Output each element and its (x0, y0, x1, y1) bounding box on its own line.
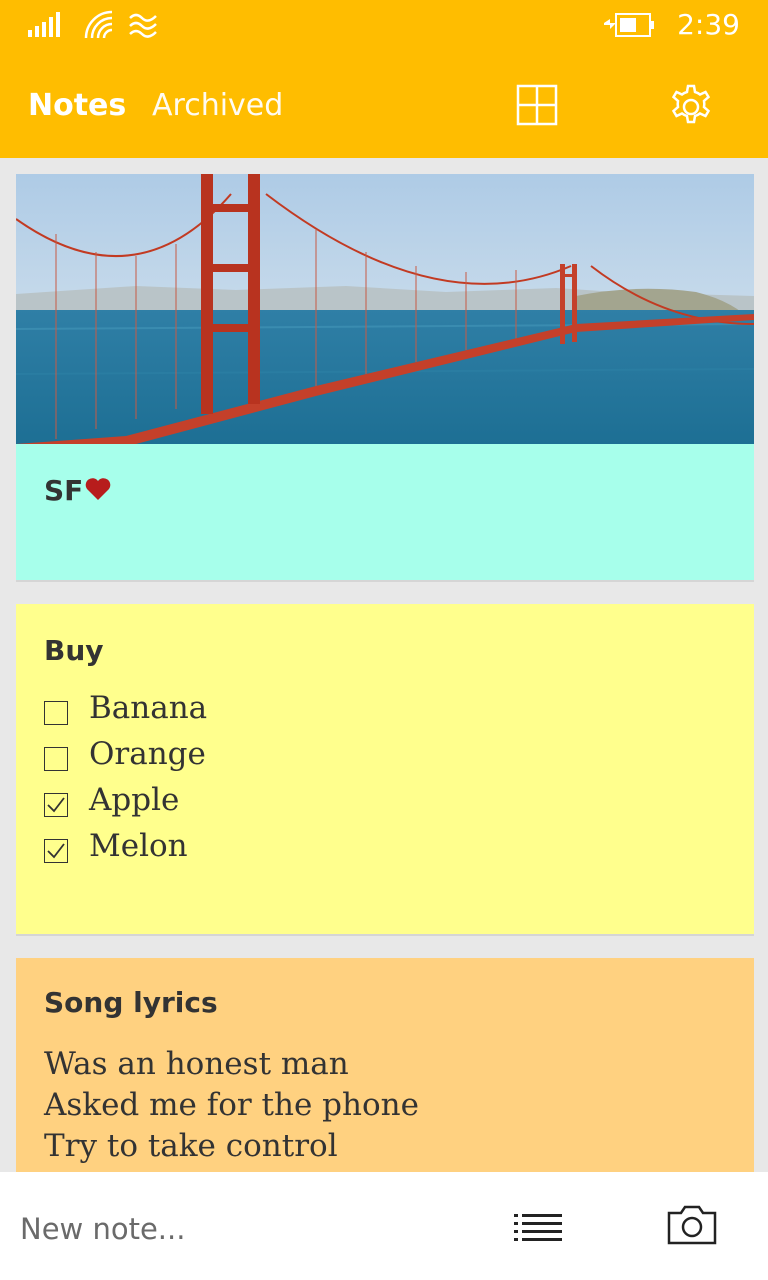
golden-gate-bridge-photo (16, 174, 754, 444)
note-title: Buy (44, 634, 104, 667)
clock: 2:39 (677, 8, 740, 41)
note-title: Song lyrics (44, 986, 218, 1019)
camera-icon[interactable] (666, 1204, 718, 1246)
note-line: Asked me for the phone (44, 1087, 419, 1123)
list-icon[interactable] (512, 1208, 564, 1248)
checkbox-checked[interactable] (44, 839, 68, 863)
battery-charging-icon (604, 13, 654, 37)
checklist-item-label: Melon (89, 828, 188, 864)
app-header: Notes Archived (0, 50, 768, 158)
signal-icon (28, 12, 60, 37)
tab-archived[interactable]: Archived (152, 88, 283, 123)
checkbox-checked[interactable] (44, 793, 68, 817)
note-card-sf[interactable]: SF (16, 174, 754, 580)
cellular-data-icon (129, 13, 157, 38)
note-body: Was an honest man Asked me for the phone… (44, 1044, 419, 1167)
tab-notes[interactable]: Notes (28, 88, 126, 123)
settings-gear-icon[interactable] (666, 82, 716, 132)
checklist-item-label: Orange (89, 736, 206, 772)
grid-view-icon[interactable] (516, 84, 558, 126)
checklist-item-label: Apple (89, 782, 180, 818)
note-line: Was an honest man (44, 1046, 349, 1082)
wifi-icon (84, 10, 113, 39)
checkmark-icon (47, 843, 65, 859)
heart-icon (85, 478, 111, 500)
checkbox-unchecked[interactable] (44, 747, 68, 771)
note-title: SF (44, 474, 84, 507)
checkbox-unchecked[interactable] (44, 701, 68, 725)
note-line: Try to take control (44, 1128, 338, 1164)
new-note-input[interactable] (18, 1206, 442, 1252)
status-bar: 2:39 (0, 0, 768, 50)
checkmark-icon (47, 797, 65, 813)
checklist-item-label: Banana (89, 690, 208, 726)
note-card-buy[interactable]: Buy Banana Orange Apple Melon (16, 604, 754, 934)
note-card-song-lyrics[interactable]: Song lyrics Was an honest man Asked me f… (16, 958, 754, 1172)
bottom-bar (0, 1172, 768, 1280)
